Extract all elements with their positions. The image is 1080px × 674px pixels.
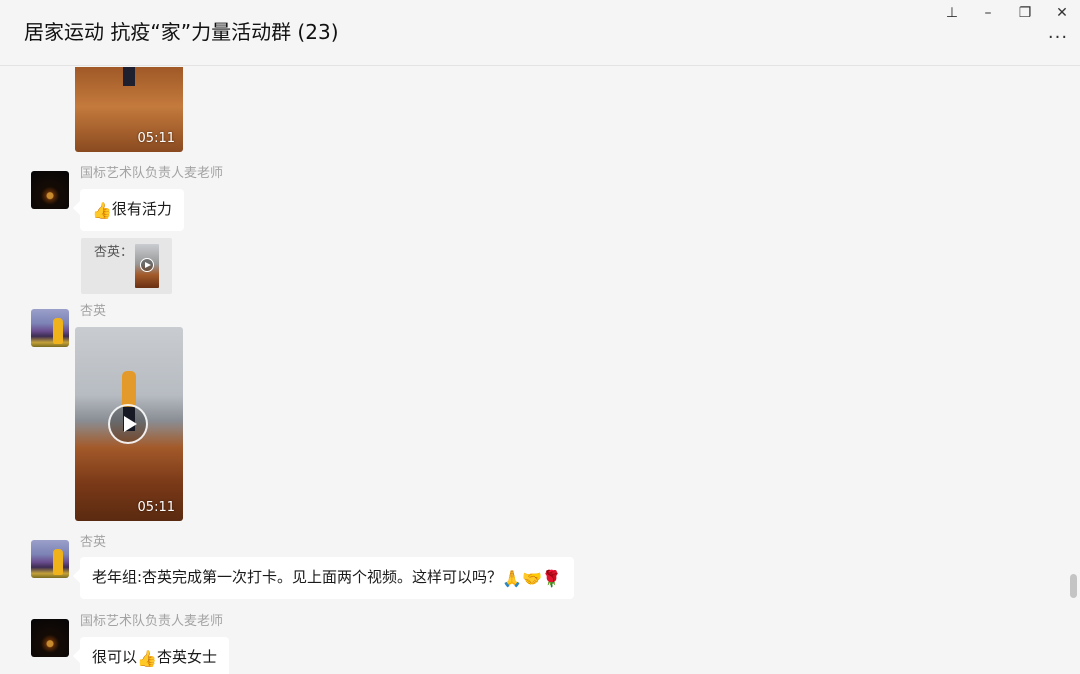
emoji-group: 🙏🤝🌹	[502, 569, 562, 588]
chat-message-list[interactable]: 05:11 国标艺术队负责人麦老师 👍很有活力 杏英： 杏英 05:11 杏英 …	[0, 67, 1080, 674]
play-icon	[140, 258, 154, 272]
quoted-message[interactable]: 杏英：	[81, 238, 172, 294]
thumbs-up-icon: 👍	[137, 649, 157, 668]
message-bubble[interactable]: 很可以👍杏英女士	[80, 637, 229, 674]
message-bubble[interactable]: 老年组:杏英完成第一次打卡。见上面两个视频。这样可以吗？🙏🤝🌹	[80, 557, 574, 599]
avatar[interactable]	[31, 171, 69, 209]
avatar[interactable]	[31, 540, 69, 578]
more-options-icon[interactable]: ···	[1046, 28, 1070, 48]
play-icon[interactable]	[108, 404, 148, 444]
video-duration: 05:11	[137, 500, 175, 515]
title-bar: 居家运动 抗疫“家”力量活动群 (23) ⊥ – ❐ ✕ ···	[0, 0, 1080, 66]
close-button[interactable]: ✕	[1048, 2, 1076, 24]
thumbs-up-icon: 👍	[92, 201, 112, 220]
video-message[interactable]: 05:11	[75, 327, 183, 521]
message-text: 很可以	[92, 648, 138, 666]
minimize-button[interactable]: –	[974, 2, 1002, 24]
quote-sender: 杏英：	[94, 245, 134, 260]
video-figure	[122, 371, 136, 407]
video-duration: 05:11	[137, 131, 175, 146]
restore-button[interactable]: ❐	[1011, 2, 1039, 24]
sender-name: 国标艺术队负责人麦老师	[80, 614, 224, 629]
avatar[interactable]	[31, 309, 69, 347]
scrollbar-thumb[interactable]	[1070, 574, 1077, 598]
message-text: 很有活力	[111, 200, 172, 218]
avatar[interactable]	[31, 619, 69, 657]
chat-title: 居家运动 抗疫“家”力量活动群 (23)	[24, 20, 339, 44]
sender-name: 杏英	[80, 535, 107, 550]
video-figure	[123, 67, 135, 86]
video-message[interactable]: 05:11	[75, 67, 183, 152]
message-text: 杏英女士	[156, 648, 217, 666]
message-bubble[interactable]: 👍很有活力	[80, 189, 184, 231]
sender-name: 国标艺术队负责人麦老师	[80, 166, 224, 181]
pin-icon[interactable]: ⊥	[938, 2, 966, 24]
message-text: 老年组:杏英完成第一次打卡。见上面两个视频。这样可以吗？	[92, 568, 503, 586]
sender-name: 杏英	[80, 304, 107, 319]
